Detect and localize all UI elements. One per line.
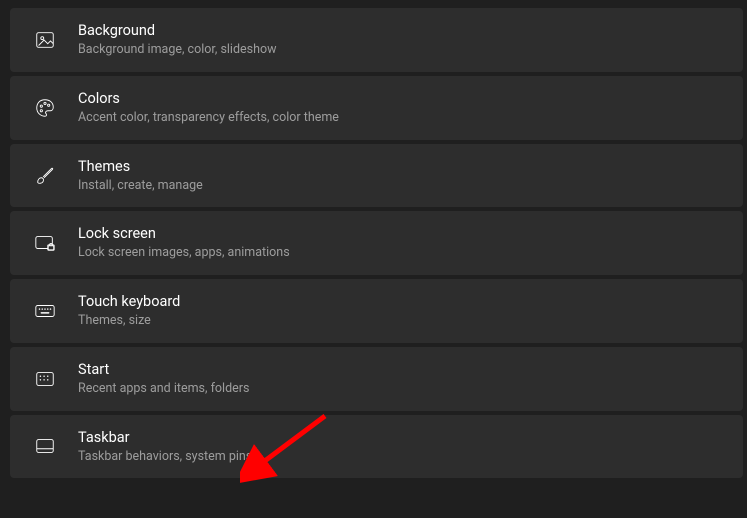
start-grid-icon — [24, 368, 66, 390]
settings-row-touch-keyboard[interactable]: Touch keyboard Themes, size — [10, 279, 743, 343]
settings-row-taskbar[interactable]: Taskbar Taskbar behaviors, system pins — [10, 415, 743, 479]
row-desc: Lock screen images, apps, animations — [78, 245, 290, 261]
settings-row-themes[interactable]: Themes Install, create, manage — [10, 144, 743, 208]
row-title: Start — [78, 361, 249, 379]
row-desc: Themes, size — [78, 313, 180, 329]
row-desc: Recent apps and items, folders — [78, 381, 249, 397]
row-title: Background — [78, 22, 277, 40]
row-title: Colors — [78, 90, 339, 108]
row-title: Lock screen — [78, 225, 290, 243]
settings-row-colors[interactable]: Colors Accent color, transparency effect… — [10, 76, 743, 140]
brush-icon — [24, 164, 66, 186]
lock-screen-icon — [24, 232, 66, 254]
image-icon — [24, 29, 66, 51]
row-title: Taskbar — [78, 429, 252, 447]
row-desc: Accent color, transparency effects, colo… — [78, 110, 339, 126]
row-desc: Taskbar behaviors, system pins — [78, 449, 252, 465]
row-desc: Install, create, manage — [78, 178, 203, 194]
row-title: Touch keyboard — [78, 293, 180, 311]
palette-icon — [24, 97, 66, 119]
taskbar-icon — [24, 435, 66, 457]
keyboard-icon — [24, 300, 66, 322]
settings-row-background[interactable]: Background Background image, color, slid… — [10, 8, 743, 72]
settings-row-start[interactable]: Start Recent apps and items, folders — [10, 347, 743, 411]
row-title: Themes — [78, 158, 203, 176]
row-desc: Background image, color, slideshow — [78, 42, 277, 58]
settings-row-lock-screen[interactable]: Lock screen Lock screen images, apps, an… — [10, 211, 743, 275]
